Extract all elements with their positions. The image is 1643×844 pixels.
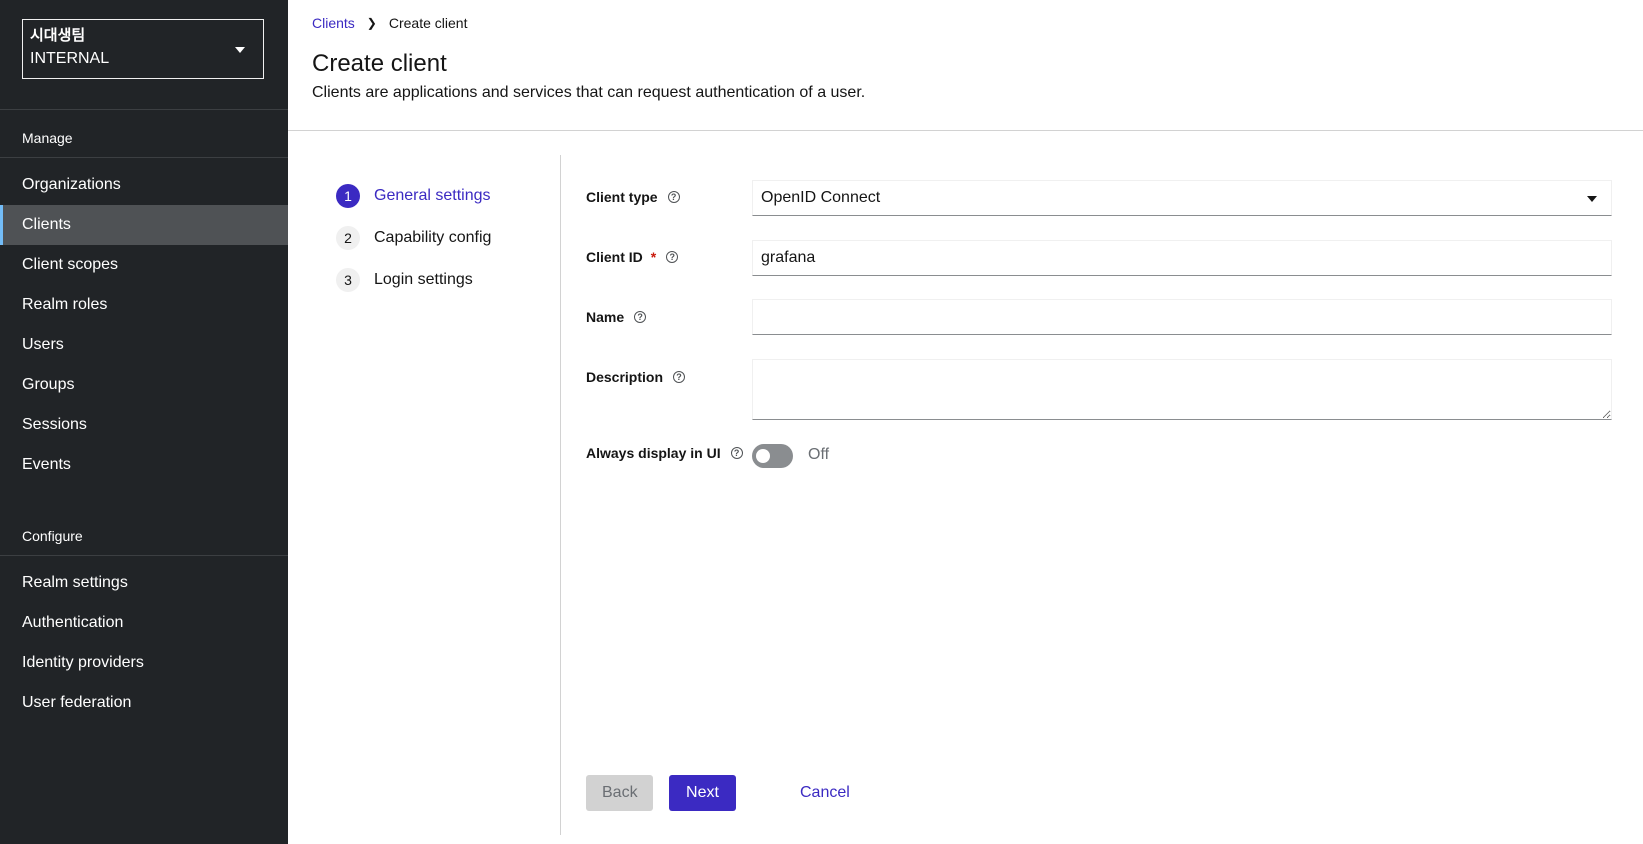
back-button[interactable]: Back — [586, 775, 653, 811]
sidebar-item-users[interactable]: Users — [0, 325, 288, 365]
help-icon[interactable]: ? — [730, 447, 743, 459]
sidebar-item-user-federation[interactable]: User federation — [0, 683, 288, 723]
required-indicator: * — [650, 249, 657, 265]
sidebar-item-realm-roles[interactable]: Realm roles — [0, 285, 288, 325]
client-type-label: Client type ? — [586, 189, 680, 205]
breadcrumb-current: Create client — [388, 15, 468, 31]
sidebar-divider — [0, 157, 288, 158]
header-divider — [288, 130, 1643, 131]
wizard-step-login-settings[interactable]: 3 Login settings — [336, 259, 491, 301]
caret-down-icon — [1587, 196, 1597, 202]
realm-subtitle: INTERNAL — [30, 50, 110, 67]
next-button[interactable]: Next — [669, 775, 736, 811]
sidebar-item-authentication[interactable]: Authentication — [0, 603, 288, 643]
sidebar-divider — [0, 555, 288, 556]
help-icon[interactable]: ? — [634, 311, 647, 323]
page-title: Create client — [312, 50, 447, 77]
realm-selector[interactable]: 시대생팀 INTERNAL — [22, 19, 264, 79]
sidebar-item-sessions[interactable]: Sessions — [0, 405, 288, 445]
description-label-text: Description — [586, 369, 664, 385]
help-icon[interactable]: ? — [667, 191, 680, 203]
breadcrumb-link-clients[interactable]: Clients — [312, 15, 355, 31]
name-label: Name ? — [586, 309, 647, 325]
toggle-knob — [756, 449, 770, 463]
main-content: Clients ❯ Create client Create client Cl… — [288, 0, 1643, 844]
client-id-label: Client ID * ? — [586, 249, 679, 265]
client-id-input[interactable] — [752, 240, 1612, 276]
toggle-state-label: Off — [808, 446, 830, 463]
always-display-label: Always display in UI ? — [586, 445, 743, 461]
step-label: Login settings — [374, 271, 473, 288]
description-label: Description ? — [586, 369, 686, 385]
sidebar: 시대생팀 INTERNAL Manage Organizations Clien… — [0, 0, 288, 844]
wizard-divider — [560, 155, 561, 835]
sidebar-item-realm-settings[interactable]: Realm settings — [0, 563, 288, 603]
help-icon[interactable]: ? — [673, 371, 686, 383]
sidebar-item-events[interactable]: Events — [0, 445, 288, 485]
caret-down-icon — [235, 47, 245, 53]
chevron-right-icon: ❯ — [366, 16, 377, 30]
wizard-nav: 1 General settings 2 Capability config 3… — [336, 175, 491, 301]
description-textarea[interactable] — [752, 359, 1612, 420]
always-display-label-text: Always display in UI — [586, 445, 721, 461]
wizard-step-capability-config[interactable]: 2 Capability config — [336, 217, 491, 259]
sidebar-item-organizations[interactable]: Organizations — [0, 165, 288, 205]
nav-section-configure: Configure — [22, 528, 83, 544]
sidebar-item-identity-providers[interactable]: Identity providers — [0, 643, 288, 683]
help-icon[interactable]: ? — [666, 251, 679, 263]
wizard-step-general-settings[interactable]: 1 General settings — [336, 175, 491, 217]
realm-name: 시대생팀 — [30, 27, 86, 44]
step-number: 3 — [336, 268, 360, 292]
step-number: 2 — [336, 226, 360, 250]
sidebar-item-client-scopes[interactable]: Client scopes — [0, 245, 288, 285]
step-label: Capability config — [374, 229, 492, 246]
name-label-text: Name — [586, 309, 625, 325]
always-display-toggle[interactable] — [752, 444, 793, 468]
nav-section-manage: Manage — [22, 130, 73, 146]
page-description: Clients are applications and services th… — [312, 84, 866, 101]
sidebar-divider — [0, 109, 288, 110]
client-type-label-text: Client type — [586, 189, 658, 205]
breadcrumb: Clients ❯ Create client — [312, 15, 467, 31]
client-id-label-text: Client ID — [586, 249, 643, 265]
name-input[interactable] — [752, 299, 1612, 335]
step-number: 1 — [336, 184, 360, 208]
client-type-value: OpenID Connect — [761, 189, 881, 206]
sidebar-item-clients[interactable]: Clients — [0, 205, 288, 245]
sidebar-item-groups[interactable]: Groups — [0, 365, 288, 405]
cancel-button[interactable]: Cancel — [784, 775, 866, 811]
client-type-select[interactable]: OpenID Connect — [752, 180, 1612, 216]
step-label: General settings — [374, 187, 491, 204]
